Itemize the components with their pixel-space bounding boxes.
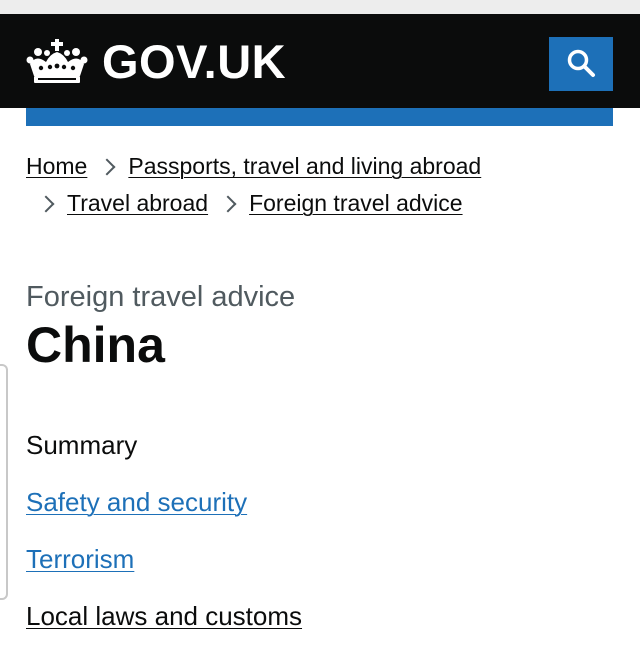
crown-icon [26, 38, 88, 86]
page-title: China [26, 317, 165, 373]
site-header: GOV.UK [0, 14, 640, 108]
govuk-logo-link[interactable]: GOV.UK [26, 36, 286, 88]
browser-top-strip [0, 0, 640, 14]
breadcrumb: Home Passports, travel and living abroad… [26, 148, 616, 222]
contents-link-safety-and-security[interactable]: Safety and security [26, 487, 247, 517]
contents-list: Summary Safety and security Terrorism Lo… [26, 428, 302, 656]
page-caption: Foreign travel advice [26, 281, 296, 313]
chevron-right-icon [98, 158, 116, 175]
search-button[interactable] [549, 37, 613, 91]
govuk-logo-text: GOV.UK [102, 35, 287, 88]
contents-link-terrorism[interactable]: Terrorism [26, 544, 134, 574]
breadcrumb-passports-travel[interactable]: Passports, travel and living abroad [128, 148, 481, 185]
side-edge-handle [0, 364, 8, 600]
chevron-right-icon [37, 195, 55, 212]
breadcrumb-row: Home Passports, travel and living abroad [26, 148, 616, 185]
breadcrumb-row: Travel abroad Foreign travel advice [26, 185, 616, 222]
search-icon [566, 48, 596, 81]
breadcrumb-travel-abroad[interactable]: Travel abroad [67, 185, 208, 222]
chevron-right-icon [219, 195, 237, 212]
contents-link-local-laws-and-customs[interactable]: Local laws and customs [26, 601, 302, 631]
breadcrumb-home[interactable]: Home [26, 148, 87, 185]
contents-item-summary: Summary [26, 430, 138, 460]
breadcrumb-foreign-travel-advice[interactable]: Foreign travel advice [249, 185, 463, 222]
header-accent-bar [26, 108, 613, 126]
